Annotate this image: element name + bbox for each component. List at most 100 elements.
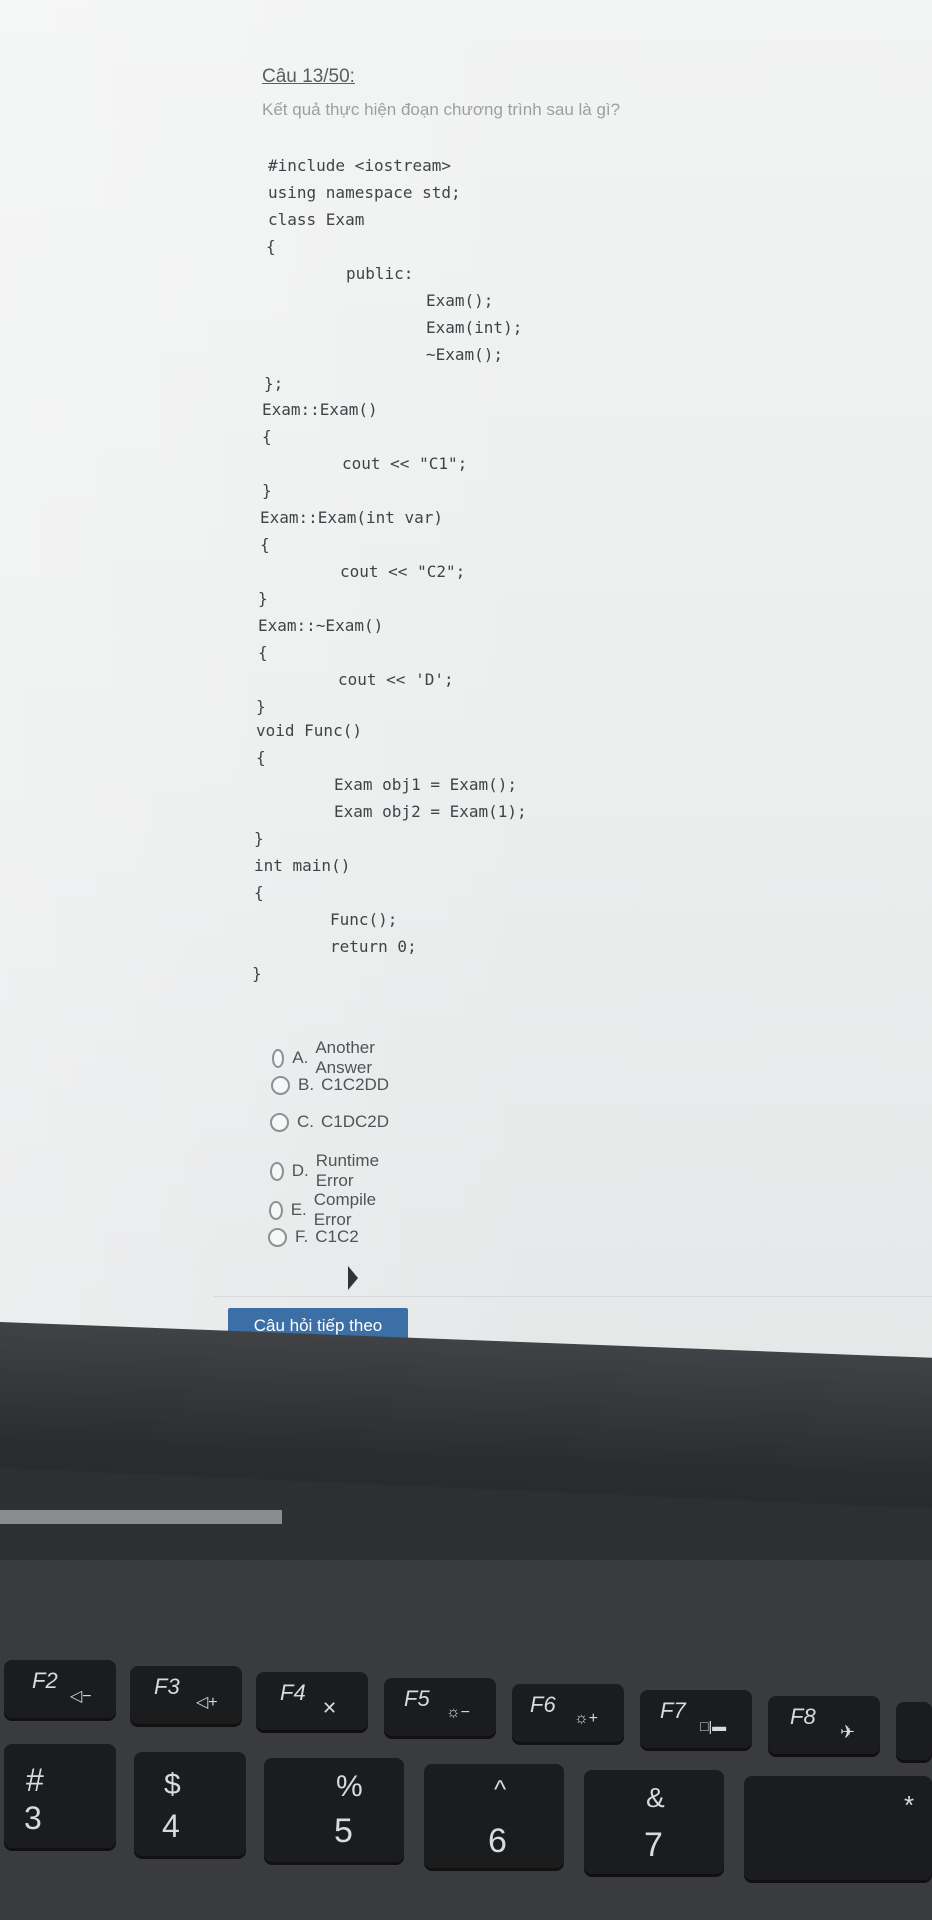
option-e[interactable]: E. Compile Error <box>269 1190 381 1230</box>
key-label: F4 <box>280 1680 306 1705</box>
code-line: { <box>256 748 266 767</box>
code-line: ~Exam(); <box>426 345 504 364</box>
option-label: C1C2DD <box>321 1075 390 1094</box>
code-line: } <box>254 829 264 848</box>
key-digit: 3 <box>24 1800 42 1836</box>
radio-button[interactable] <box>271 1075 290 1095</box>
key-f2[interactable]: F2 ◁− <box>4 1660 116 1718</box>
code-line: Exam obj2 = Exam(1); <box>334 802 527 821</box>
code-line: using namespace std; <box>268 183 461 202</box>
key-f9-partial[interactable] <box>896 1702 932 1760</box>
key-f5[interactable]: F5 ☼− <box>384 1678 496 1736</box>
code-line: public: <box>346 264 414 283</box>
code-line: { <box>258 643 268 662</box>
option-d[interactable]: D. Runtime Error <box>270 1151 384 1191</box>
key-4[interactable]: $4 <box>134 1752 246 1856</box>
code-line: #include <iostream> <box>268 156 452 175</box>
key-digit: 5 <box>334 1812 353 1850</box>
mute-icon: ✕ <box>322 1698 338 1718</box>
key-label: F3 <box>154 1674 180 1699</box>
key-f3[interactable]: F3 ◁+ <box>130 1666 242 1724</box>
code-line: } <box>252 964 262 983</box>
key-7[interactable]: & 7 <box>584 1770 724 1874</box>
code-line: Exam::Exam() <box>262 400 378 419</box>
divider <box>214 1296 932 1297</box>
option-letter: C. <box>297 1112 314 1131</box>
hinge-strip <box>0 1510 282 1524</box>
code-line: Exam(int); <box>426 318 523 337</box>
key-label: F5 <box>404 1686 430 1711</box>
option-f[interactable]: F. C1C2 <box>268 1227 359 1247</box>
key-f8[interactable]: F8 ✈ <box>768 1696 880 1754</box>
code-line: Exam::Exam(int var) <box>260 508 444 527</box>
code-line: void Func() <box>256 721 362 740</box>
option-a[interactable]: A. Another Answer <box>272 1038 382 1078</box>
code-line: } <box>256 697 266 716</box>
key-f4[interactable]: F4 ✕ <box>256 1672 368 1730</box>
key-digit: 4 <box>162 1808 180 1844</box>
option-b[interactable]: B. C1C2DD <box>271 1075 389 1095</box>
code-line: { <box>262 427 272 446</box>
brightness-up-icon: ☼+ <box>574 1710 599 1727</box>
key-f7[interactable]: F7 □|▬ <box>640 1690 752 1748</box>
brightness-down-icon: ☼− <box>446 1704 471 1721</box>
code-line: Exam obj1 = Exam(); <box>334 775 518 794</box>
display-switch-icon: □|▬ <box>700 1718 727 1734</box>
radio-button[interactable] <box>268 1227 287 1247</box>
option-label: C1DC2D <box>321 1112 390 1131</box>
key-5[interactable]: % 5 <box>264 1758 404 1862</box>
code-line: cout << "C1"; <box>342 454 468 473</box>
code-line: return 0; <box>330 937 417 956</box>
code-line: class Exam <box>268 210 365 229</box>
option-letter: F. <box>295 1227 309 1246</box>
option-label: Runtime Error <box>315 1151 380 1190</box>
key-label: F6 <box>530 1692 556 1717</box>
key-3[interactable]: #3 <box>4 1744 116 1848</box>
key-label: F7 <box>660 1698 686 1723</box>
option-letter: B. <box>298 1075 315 1094</box>
key-shift-symbol: % <box>336 1770 363 1803</box>
keyboard-deck: F2 ◁− F3 ◁+ F4 ✕ F5 ☼− F6 ☼+ F7 □|▬ F8 ✈ #3 $4 … <box>0 1560 932 1920</box>
option-label: C1C2 <box>315 1227 359 1246</box>
key-label: F8 <box>790 1704 816 1729</box>
radio-button[interactable] <box>269 1200 283 1220</box>
key-digit: 7 <box>644 1826 663 1864</box>
code-line: { <box>266 237 276 256</box>
key-digit: 6 <box>488 1822 507 1860</box>
key-shift-symbol: ^ <box>494 1774 507 1804</box>
option-c[interactable]: C. C1DC2D <box>270 1112 389 1132</box>
mouse-pointer-icon <box>348 1266 358 1290</box>
code-line: int main() <box>254 856 351 875</box>
laptop-screen: Câu 13/50: Kết quả thực hiện đoạn chương… <box>0 0 932 1385</box>
key-6[interactable]: ^ 6 <box>424 1764 564 1868</box>
option-label: Another Answer <box>315 1038 375 1077</box>
option-letter: E. <box>290 1200 307 1219</box>
code-line: cout << 'D'; <box>338 670 454 689</box>
radio-button[interactable] <box>270 1112 289 1132</box>
key-shift-symbol: # <box>26 1762 44 1798</box>
volume-down-icon: ◁− <box>70 1688 92 1705</box>
key-8-partial[interactable]: * <box>744 1776 932 1880</box>
code-line: Exam::~Exam() <box>258 616 384 635</box>
radio-button[interactable] <box>272 1048 285 1068</box>
radio-button[interactable] <box>270 1161 284 1181</box>
option-letter: D. <box>291 1161 309 1180</box>
option-label: Compile Error <box>313 1190 377 1229</box>
code-line: cout << "C2"; <box>340 562 466 581</box>
airplane-mode-icon: ✈ <box>840 1722 856 1742</box>
key-f6[interactable]: F6 ☼+ <box>512 1684 624 1742</box>
key-label: F2 <box>32 1668 58 1693</box>
code-line: { <box>260 535 270 554</box>
option-letter: A. <box>292 1048 309 1067</box>
code-line: Func(); <box>330 910 398 929</box>
asterisk-icon: * <box>904 1790 915 1820</box>
question-number: Câu 13/50: <box>262 66 355 87</box>
key-shift-symbol: & <box>646 1782 665 1813</box>
code-line: } <box>262 481 272 500</box>
code-line: }; <box>264 374 284 393</box>
code-line: Exam(); <box>426 291 494 310</box>
code-line: } <box>258 589 268 608</box>
key-shift-symbol: $ <box>164 1768 181 1801</box>
question-prompt: Kết quả thực hiện đoạn chương trình sau … <box>262 100 621 119</box>
volume-up-icon: ◁+ <box>196 1694 218 1711</box>
